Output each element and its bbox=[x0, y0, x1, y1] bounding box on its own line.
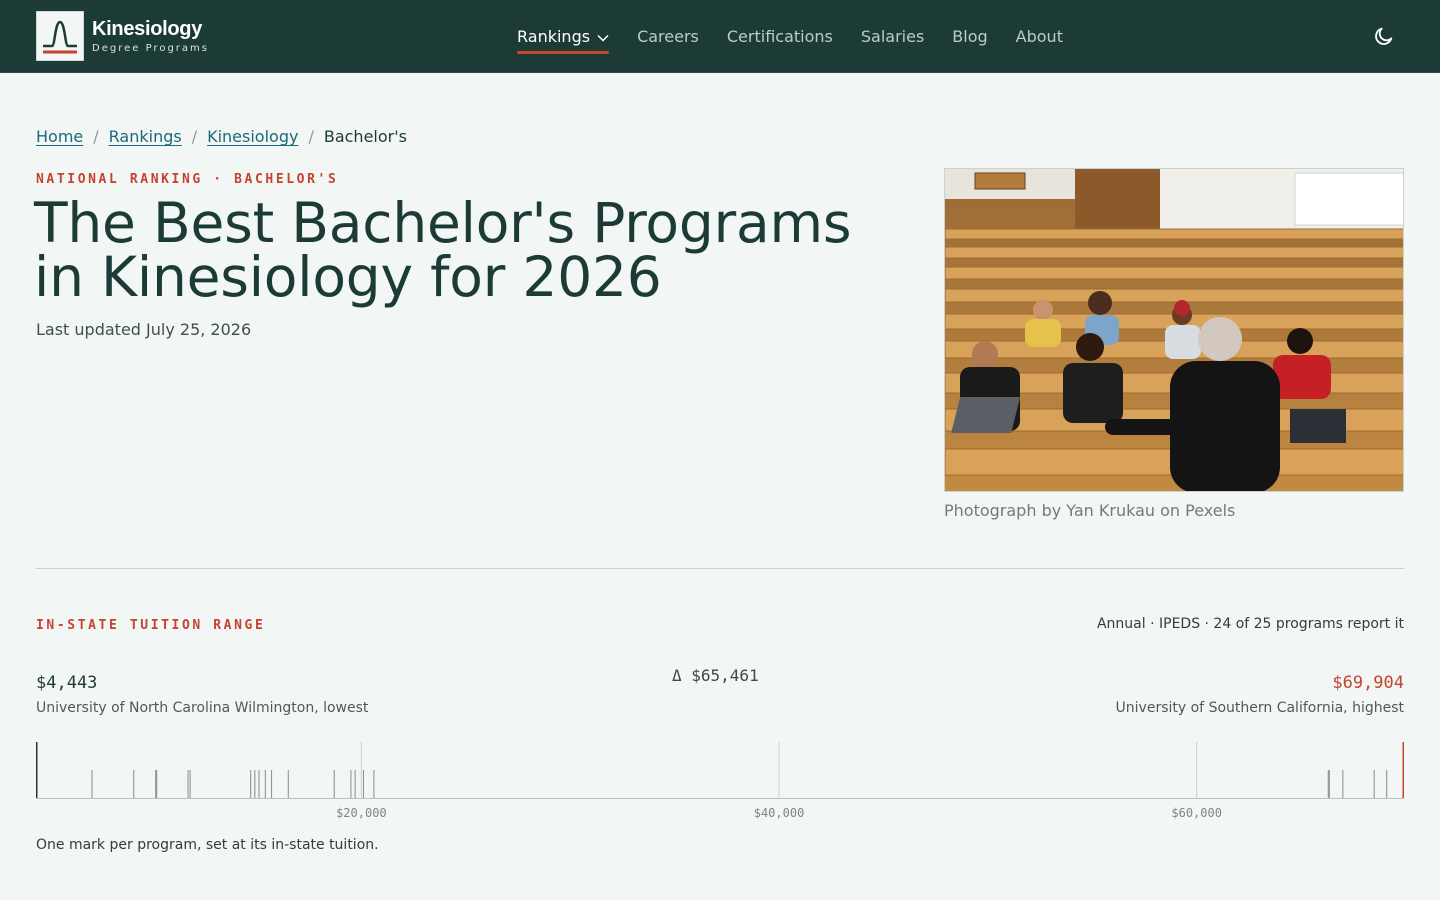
breadcrumb-current: Bachelor's bbox=[323, 127, 407, 146]
site-logo[interactable]: Kinesiology Degree Programs bbox=[36, 11, 209, 61]
tuition-low-value: $4,443 bbox=[36, 673, 98, 693]
breadcrumb: Home / Rankings / Kinesiology / Bachelor… bbox=[36, 127, 407, 146]
logo-title: Kinesiology bbox=[92, 18, 203, 40]
theme-toggle-button[interactable] bbox=[1372, 24, 1396, 48]
nav-about[interactable]: About bbox=[1016, 0, 1063, 72]
breadcrumb-separator: / bbox=[308, 127, 314, 146]
tick-label: $60,000 bbox=[1171, 806, 1222, 820]
page-eyebrow: NATIONAL RANKING · BACHELOR'S bbox=[36, 172, 339, 187]
tuition-high-value: $69,904 bbox=[1332, 673, 1404, 693]
nav-careers[interactable]: Careers bbox=[637, 0, 699, 72]
tuition-footnote: One mark per program, set at its in-stat… bbox=[36, 837, 379, 853]
nav-certifications[interactable]: Certifications bbox=[727, 0, 833, 72]
hero-photo bbox=[944, 168, 1404, 492]
logo-subtitle: Degree Programs bbox=[92, 43, 209, 54]
last-updated: Last updated July 25, 2026 bbox=[36, 320, 252, 339]
tuition-delta: Δ $65,461 bbox=[672, 666, 759, 685]
section-divider bbox=[36, 568, 1404, 569]
tuition-section-title: IN-STATE TUITION RANGE bbox=[36, 618, 266, 633]
nav-blog[interactable]: Blog bbox=[952, 0, 987, 72]
nav-rankings[interactable]: Rankings bbox=[517, 0, 610, 72]
tuition-low-label: University of North Carolina Wilmington,… bbox=[36, 700, 369, 716]
breadcrumb-separator: / bbox=[191, 127, 198, 146]
tick-label: $40,000 bbox=[754, 806, 805, 820]
logo-text: Kinesiology Degree Programs bbox=[92, 18, 209, 54]
breadcrumb-home[interactable]: Home bbox=[36, 127, 83, 146]
nav-salaries[interactable]: Salaries bbox=[861, 0, 924, 72]
tick-label: $20,000 bbox=[336, 806, 387, 820]
page-title: The Best Bachelor's Programs in Kinesiol… bbox=[34, 191, 852, 309]
nav-rankings-label: Rankings bbox=[517, 26, 591, 46]
photo-caption: Photograph by Yan Krukau on Pexels bbox=[944, 501, 1236, 520]
breadcrumb-rankings[interactable]: Rankings bbox=[109, 127, 182, 146]
logo-curve-icon bbox=[36, 11, 84, 61]
main-nav: Rankings Careers Certifications Salaries… bbox=[517, 0, 1091, 72]
breadcrumb-separator: / bbox=[93, 127, 99, 146]
tuition-meta: Annual · IPEDS · 24 of 25 programs repor… bbox=[1096, 616, 1404, 632]
tuition-strip-chart: $20,000 $40,000 $60,000 bbox=[36, 742, 1404, 820]
tuition-high-label: University of Southern California, highe… bbox=[1115, 700, 1404, 716]
lecture-hall-illustration bbox=[945, 169, 1403, 491]
top-navigation-bar: Kinesiology Degree Programs Rankings Car… bbox=[0, 0, 1440, 73]
breadcrumb-kinesiology[interactable]: Kinesiology bbox=[207, 127, 298, 146]
chevron-down-icon bbox=[597, 27, 609, 46]
moon-icon bbox=[1375, 27, 1393, 45]
